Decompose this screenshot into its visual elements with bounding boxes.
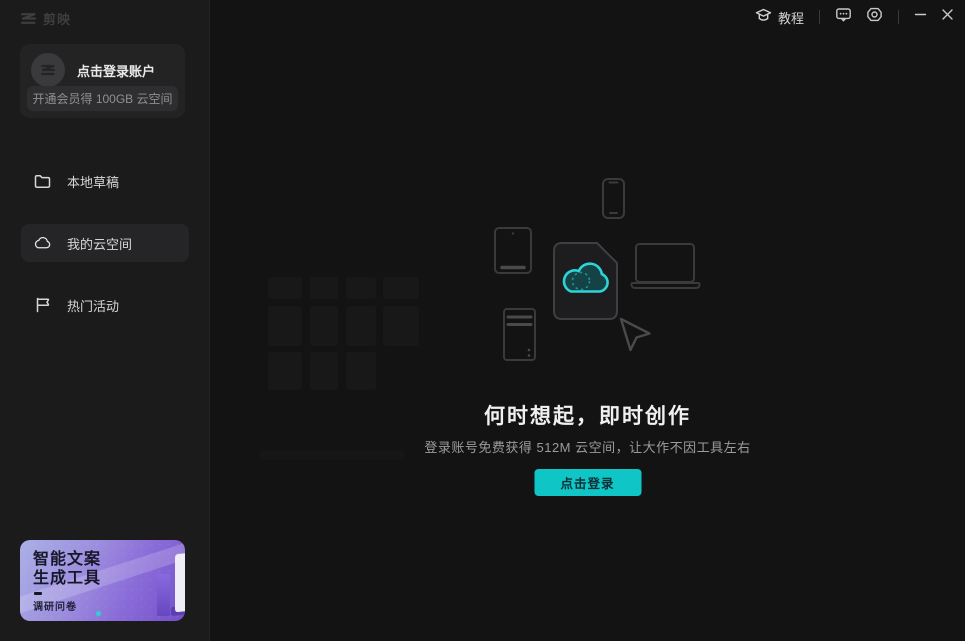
page-subtitle: 登录账号免费获得 512M 云空间，让大作不因工具左右 bbox=[210, 437, 965, 456]
banner-text: 智能文案 生成工具 调研问卷 bbox=[33, 550, 101, 613]
click-login-button[interactable]: 点击登录 bbox=[534, 469, 641, 496]
sidebar-item-label: 热门活动 bbox=[67, 296, 119, 315]
desktop-tower-icon bbox=[504, 309, 535, 360]
book-front-cover: Tt bbox=[175, 550, 185, 613]
app-logo: 剪映 bbox=[20, 9, 71, 28]
flag-icon bbox=[34, 297, 51, 314]
banner-title-line1: 智能文案 bbox=[33, 550, 101, 569]
sidebar-item-label: 本地草稿 bbox=[67, 172, 119, 191]
main-content: 何时想起，即时创作 登录账号免费获得 512M 云空间，让大作不因工具左右 点击… bbox=[210, 0, 965, 641]
page-title: 何时想起，即时创作 bbox=[210, 400, 965, 430]
capcut-logo-icon bbox=[40, 64, 56, 76]
app-title: 剪映 bbox=[43, 9, 71, 28]
cloud-icon bbox=[34, 235, 51, 252]
banner-accent-dot bbox=[96, 611, 101, 616]
member-promo-badge[interactable]: 开通会员得 100GB 云空间 bbox=[27, 86, 178, 111]
phone-icon bbox=[603, 179, 624, 218]
cloud-file-icon bbox=[554, 243, 617, 319]
capcut-logo-icon bbox=[20, 12, 37, 25]
banner-title-line2: 生成工具 bbox=[33, 569, 101, 588]
cloud-devices-illustration bbox=[457, 160, 717, 380]
banner-subtitle: 调研问卷 bbox=[33, 598, 101, 613]
app-window: 剪映 点击登录账户 开通会员得 100GB 云空间 本地草 bbox=[0, 0, 965, 641]
login-card-title: 点击登录账户 bbox=[77, 61, 155, 80]
sidebar-item-label: 我的云空间 bbox=[67, 234, 132, 253]
sidebar-item-my-cloud-space[interactable]: 我的云空间 bbox=[21, 224, 189, 262]
sidebar-item-hot-activities[interactable]: 热门活动 bbox=[21, 286, 189, 324]
banner-dash bbox=[34, 592, 42, 595]
cursor-icon bbox=[621, 319, 650, 350]
sidebar-nav: 本地草稿 我的云空间 热门活动 bbox=[0, 156, 210, 330]
laptop-icon bbox=[631, 244, 699, 288]
tablet-icon bbox=[495, 228, 531, 273]
sidebar-item-local-drafts[interactable]: 本地草稿 bbox=[21, 162, 189, 200]
folder-icon bbox=[34, 173, 51, 190]
login-account-card[interactable]: 点击登录账户 开通会员得 100GB 云空间 bbox=[20, 44, 185, 118]
avatar bbox=[31, 53, 65, 87]
book-pillar bbox=[157, 574, 170, 616]
sidebar: 剪映 点击登录账户 开通会员得 100GB 云空间 本地草 bbox=[0, 0, 210, 641]
smart-copywriting-banner[interactable]: 智能文案 生成工具 调研问卷 Tt bbox=[20, 540, 185, 621]
